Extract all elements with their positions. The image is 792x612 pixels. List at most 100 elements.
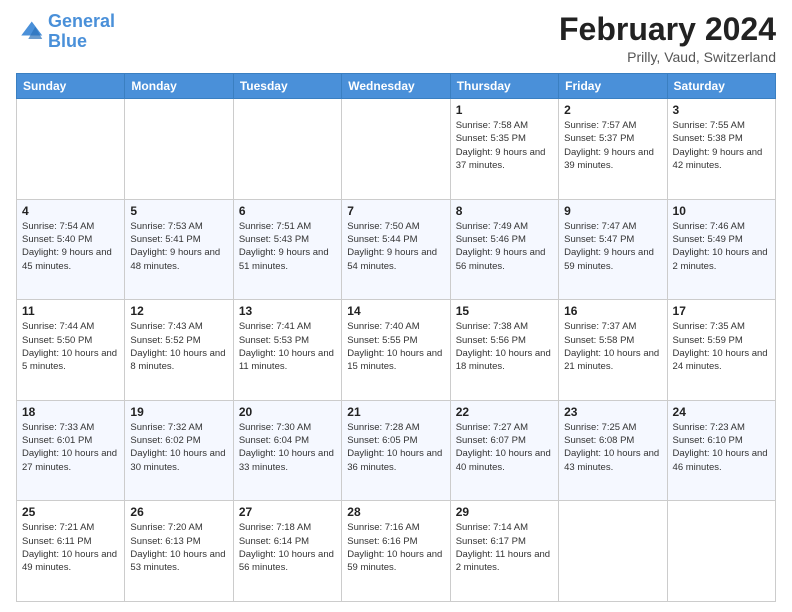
col-friday: Friday — [559, 74, 667, 99]
table-cell: 23 Sunrise: 7:25 AM Sunset: 6:08 PM Dayli… — [559, 400, 667, 501]
day-info: Sunrise: 7:35 AM Sunset: 5:59 PM Dayligh… — [673, 320, 770, 373]
day-number: 16 — [564, 304, 661, 318]
day-number: 19 — [130, 405, 227, 419]
day-number: 2 — [564, 103, 661, 117]
table-cell: 8 Sunrise: 7:49 AM Sunset: 5:46 PM Daylig… — [450, 199, 558, 300]
table-cell: 25Sunrise: 7:21 AM Sunset: 6:11 PM Dayli… — [17, 501, 125, 602]
table-cell: 14 Sunrise: 7:40 AM Sunset: 5:55 PM Dayli… — [342, 300, 450, 401]
day-info: Sunrise: 7:38 AM Sunset: 5:56 PM Dayligh… — [456, 320, 553, 373]
table-cell: 5 Sunrise: 7:53 AM Sunset: 5:41 PM Daylig… — [125, 199, 233, 300]
day-info: Sunrise: 7:28 AM Sunset: 6:05 PM Dayligh… — [347, 421, 444, 474]
day-number: 12 — [130, 304, 227, 318]
table-cell: 24Sunrise: 7:23 AM Sunset: 6:10 PM Dayli… — [667, 400, 775, 501]
table-cell: 27 Sunrise: 7:18 AM Sunset: 6:14 PM Dayli… — [233, 501, 341, 602]
table-cell — [667, 501, 775, 602]
day-info: Sunrise: 7:25 AM Sunset: 6:08 PM Dayligh… — [564, 421, 661, 474]
col-thursday: Thursday — [450, 74, 558, 99]
col-monday: Monday — [125, 74, 233, 99]
day-info: Sunrise: 7:47 AM Sunset: 5:47 PM Dayligh… — [564, 220, 661, 273]
col-wednesday: Wednesday — [342, 74, 450, 99]
header: General Blue February 2024 Prilly, Vaud,… — [16, 12, 776, 65]
page: General Blue February 2024 Prilly, Vaud,… — [0, 0, 792, 612]
day-number: 10 — [673, 204, 770, 218]
table-cell: 21 Sunrise: 7:28 AM Sunset: 6:05 PM Dayli… — [342, 400, 450, 501]
day-info: Sunrise: 7:43 AM Sunset: 5:52 PM Dayligh… — [130, 320, 227, 373]
calendar-week-2: 4 Sunrise: 7:54 AM Sunset: 5:40 PM Daylig… — [17, 199, 776, 300]
day-number: 7 — [347, 204, 444, 218]
day-info: Sunrise: 7:33 AM Sunset: 6:01 PM Dayligh… — [22, 421, 119, 474]
day-info: Sunrise: 7:58 AM Sunset: 5:35 PM Dayligh… — [456, 119, 553, 172]
table-cell: 6 Sunrise: 7:51 AM Sunset: 5:43 PM Daylig… — [233, 199, 341, 300]
day-number: 13 — [239, 304, 336, 318]
day-info: Sunrise: 7:37 AM Sunset: 5:58 PM Dayligh… — [564, 320, 661, 373]
day-info: Sunrise: 7:51 AM Sunset: 5:43 PM Dayligh… — [239, 220, 336, 273]
table-cell: 7 Sunrise: 7:50 AM Sunset: 5:44 PM Daylig… — [342, 199, 450, 300]
calendar-week-4: 18Sunrise: 7:33 AM Sunset: 6:01 PM Dayli… — [17, 400, 776, 501]
day-number: 21 — [347, 405, 444, 419]
day-number: 25 — [22, 505, 119, 519]
table-cell: 16 Sunrise: 7:37 AM Sunset: 5:58 PM Dayli… — [559, 300, 667, 401]
day-info: Sunrise: 7:49 AM Sunset: 5:46 PM Dayligh… — [456, 220, 553, 273]
day-info: Sunrise: 7:40 AM Sunset: 5:55 PM Dayligh… — [347, 320, 444, 373]
day-info: Sunrise: 7:14 AM Sunset: 6:17 PM Dayligh… — [456, 521, 553, 574]
table-cell: 1 Sunrise: 7:58 AM Sunset: 5:35 PM Daylig… — [450, 99, 558, 200]
table-cell: 28Sunrise: 7:16 AM Sunset: 6:16 PM Dayli… — [342, 501, 450, 602]
title-block: February 2024 Prilly, Vaud, Switzerland — [559, 12, 776, 65]
table-cell: 18Sunrise: 7:33 AM Sunset: 6:01 PM Dayli… — [17, 400, 125, 501]
table-cell — [559, 501, 667, 602]
day-number: 27 — [239, 505, 336, 519]
day-info: Sunrise: 7:54 AM Sunset: 5:40 PM Dayligh… — [22, 220, 119, 273]
day-info: Sunrise: 7:57 AM Sunset: 5:37 PM Dayligh… — [564, 119, 661, 172]
logo-text: General Blue — [48, 12, 115, 52]
table-cell — [233, 99, 341, 200]
day-number: 22 — [456, 405, 553, 419]
table-cell: 10Sunrise: 7:46 AM Sunset: 5:49 PM Dayli… — [667, 199, 775, 300]
logo-line2: Blue — [48, 31, 87, 51]
day-info: Sunrise: 7:32 AM Sunset: 6:02 PM Dayligh… — [130, 421, 227, 474]
table-cell: 2 Sunrise: 7:57 AM Sunset: 5:37 PM Daylig… — [559, 99, 667, 200]
day-number: 6 — [239, 204, 336, 218]
col-saturday: Saturday — [667, 74, 775, 99]
table-cell: 15Sunrise: 7:38 AM Sunset: 5:56 PM Dayli… — [450, 300, 558, 401]
day-number: 14 — [347, 304, 444, 318]
table-cell: 11Sunrise: 7:44 AM Sunset: 5:50 PM Dayli… — [17, 300, 125, 401]
day-number: 17 — [673, 304, 770, 318]
day-number: 8 — [456, 204, 553, 218]
calendar-week-5: 25Sunrise: 7:21 AM Sunset: 6:11 PM Dayli… — [17, 501, 776, 602]
day-number: 28 — [347, 505, 444, 519]
table-cell: 26 Sunrise: 7:20 AM Sunset: 6:13 PM Dayli… — [125, 501, 233, 602]
day-number: 29 — [456, 505, 553, 519]
day-number: 1 — [456, 103, 553, 117]
calendar-table: Sunday Monday Tuesday Wednesday Thursday… — [16, 73, 776, 602]
table-cell — [17, 99, 125, 200]
day-info: Sunrise: 7:50 AM Sunset: 5:44 PM Dayligh… — [347, 220, 444, 273]
day-number: 3 — [673, 103, 770, 117]
table-cell: 12 Sunrise: 7:43 AM Sunset: 5:52 PM Dayli… — [125, 300, 233, 401]
day-info: Sunrise: 7:41 AM Sunset: 5:53 PM Dayligh… — [239, 320, 336, 373]
table-cell: 22 Sunrise: 7:27 AM Sunset: 6:07 PM Dayli… — [450, 400, 558, 501]
day-number: 26 — [130, 505, 227, 519]
table-cell — [125, 99, 233, 200]
table-cell: 3Sunrise: 7:55 AM Sunset: 5:38 PM Daylig… — [667, 99, 775, 200]
main-title: February 2024 — [559, 12, 776, 47]
col-sunday: Sunday — [17, 74, 125, 99]
table-cell: 20 Sunrise: 7:30 AM Sunset: 6:04 PM Dayli… — [233, 400, 341, 501]
logo-icon — [16, 18, 44, 46]
day-info: Sunrise: 7:44 AM Sunset: 5:50 PM Dayligh… — [22, 320, 119, 373]
day-info: Sunrise: 7:53 AM Sunset: 5:41 PM Dayligh… — [130, 220, 227, 273]
col-tuesday: Tuesday — [233, 74, 341, 99]
day-info: Sunrise: 7:20 AM Sunset: 6:13 PM Dayligh… — [130, 521, 227, 574]
day-number: 4 — [22, 204, 119, 218]
day-info: Sunrise: 7:18 AM Sunset: 6:14 PM Dayligh… — [239, 521, 336, 574]
day-number: 23 — [564, 405, 661, 419]
day-info: Sunrise: 7:27 AM Sunset: 6:07 PM Dayligh… — [456, 421, 553, 474]
logo-line1: General — [48, 11, 115, 31]
day-info: Sunrise: 7:30 AM Sunset: 6:04 PM Dayligh… — [239, 421, 336, 474]
calendar-week-1: 1 Sunrise: 7:58 AM Sunset: 5:35 PM Daylig… — [17, 99, 776, 200]
calendar-week-3: 11Sunrise: 7:44 AM Sunset: 5:50 PM Dayli… — [17, 300, 776, 401]
table-cell: 29 Sunrise: 7:14 AM Sunset: 6:17 PM Dayli… — [450, 501, 558, 602]
day-number: 5 — [130, 204, 227, 218]
logo: General Blue — [16, 12, 115, 52]
day-number: 20 — [239, 405, 336, 419]
subtitle: Prilly, Vaud, Switzerland — [559, 49, 776, 65]
